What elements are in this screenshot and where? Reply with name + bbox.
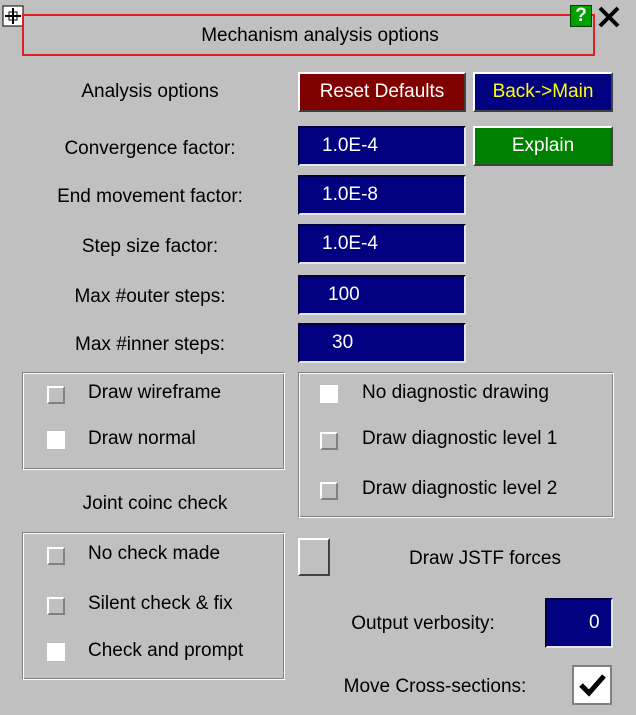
move-cross-sections-label: Move Cross-sections: bbox=[343, 676, 527, 697]
convergence-factor-label: Convergence factor: bbox=[64, 138, 236, 159]
end-movement-factor-field[interactable]: 1.0E-8 bbox=[298, 175, 466, 215]
draw-normal-label[interactable]: Draw normal bbox=[88, 428, 196, 450]
close-button[interactable] bbox=[596, 5, 622, 31]
draw-normal-checkbox[interactable] bbox=[47, 431, 65, 449]
draw-jstf-forces-label[interactable]: Draw JSTF forces bbox=[370, 548, 600, 570]
no-check-made-checkbox[interactable] bbox=[47, 547, 65, 565]
end-movement-factor-label: End movement factor: bbox=[57, 186, 243, 207]
move-cross-sections-checkbox[interactable] bbox=[572, 665, 612, 705]
draw-jstf-forces-toggle[interactable] bbox=[298, 538, 330, 576]
max-inner-steps-field[interactable]: 30 bbox=[298, 323, 466, 363]
help-icon: ? bbox=[575, 5, 587, 26]
diagnostic-level-1-checkbox[interactable] bbox=[320, 432, 338, 450]
step-size-factor-field[interactable]: 1.0E-4 bbox=[298, 224, 466, 264]
checkmark-icon bbox=[579, 674, 606, 697]
back-main-button[interactable]: Back->Main bbox=[473, 72, 613, 112]
check-and-prompt-label[interactable]: Check and prompt bbox=[88, 640, 243, 662]
help-button[interactable]: ? bbox=[570, 5, 592, 27]
output-verbosity-field[interactable]: 0 bbox=[545, 598, 613, 648]
check-and-prompt-checkbox[interactable] bbox=[47, 643, 65, 661]
silent-check-fix-checkbox[interactable] bbox=[47, 597, 65, 615]
max-outer-steps-label: Max #outer steps: bbox=[74, 286, 226, 307]
draw-wireframe-checkbox[interactable] bbox=[47, 386, 65, 404]
window-title: Mechanism analysis options bbox=[201, 25, 439, 46]
no-diagnostic-checkbox[interactable] bbox=[320, 385, 338, 403]
diagnostic-level-1-label[interactable]: Draw diagnostic level 1 bbox=[362, 428, 557, 450]
convergence-factor-field[interactable]: 1.0E-4 bbox=[298, 126, 466, 166]
output-verbosity-label: Output verbosity: bbox=[351, 613, 495, 634]
draw-wireframe-label[interactable]: Draw wireframe bbox=[88, 382, 221, 404]
max-outer-steps-field[interactable]: 100 bbox=[298, 275, 466, 315]
diagnostic-level-2-checkbox[interactable] bbox=[320, 482, 338, 500]
no-check-made-label[interactable]: No check made bbox=[88, 543, 220, 565]
step-size-factor-label: Step size factor: bbox=[81, 236, 219, 257]
move-icon[interactable] bbox=[2, 5, 24, 27]
silent-check-fix-label[interactable]: Silent check & fix bbox=[88, 593, 233, 615]
explain-button[interactable]: Explain bbox=[473, 126, 613, 166]
joint-coinc-check-heading: Joint coinc check bbox=[82, 493, 228, 514]
reset-defaults-button[interactable]: Reset Defaults bbox=[298, 72, 466, 112]
diagnostic-level-2-label[interactable]: Draw diagnostic level 2 bbox=[362, 478, 557, 500]
max-inner-steps-label: Max #inner steps: bbox=[75, 334, 225, 355]
no-diagnostic-label[interactable]: No diagnostic drawing bbox=[362, 382, 549, 404]
close-icon bbox=[598, 6, 620, 28]
analysis-options-label: Analysis options bbox=[81, 81, 219, 102]
